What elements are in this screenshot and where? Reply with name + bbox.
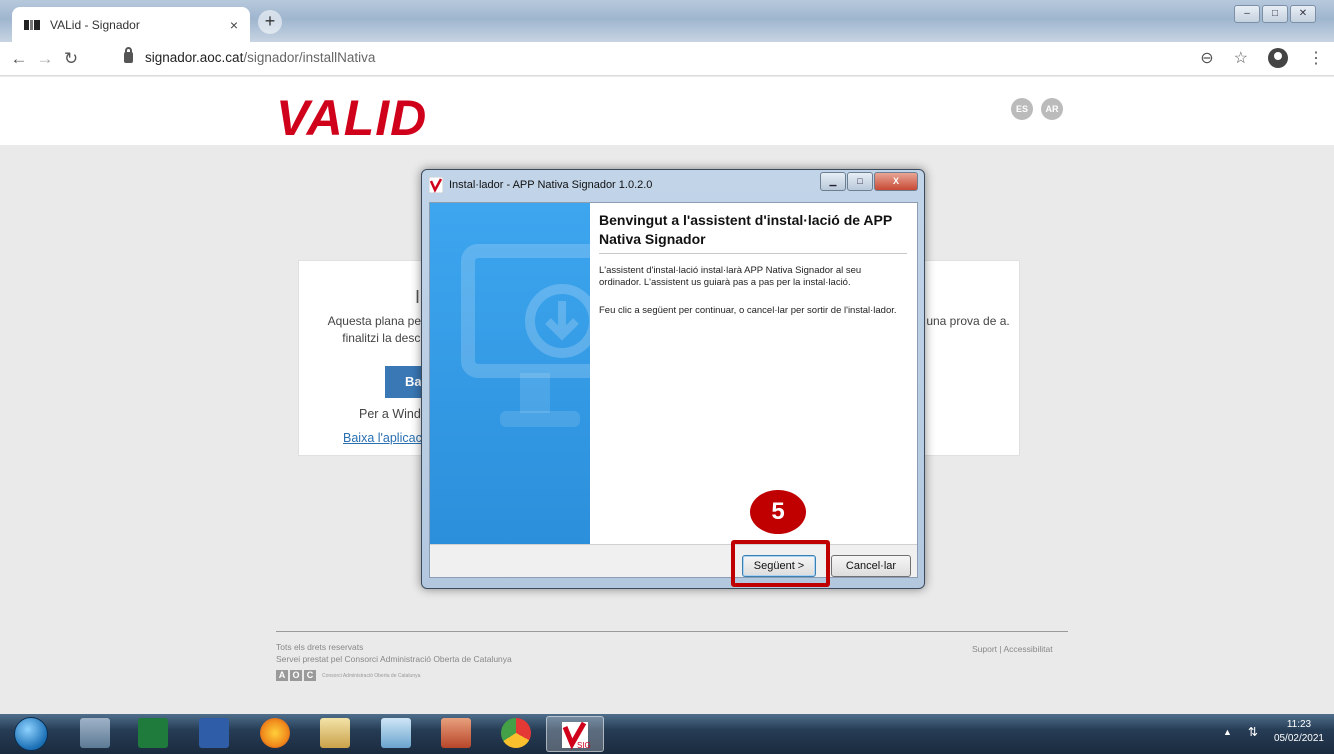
windows-label: Per a Wind	[359, 407, 421, 421]
lang-es-button[interactable]: ES	[1011, 98, 1033, 120]
windows-taskbar: SIG ▲ ⇅ 11:23 05/02/2021	[0, 714, 1334, 754]
clock-date: 05/02/2021	[1273, 733, 1324, 744]
window-controls: – □ ✕	[1234, 5, 1316, 23]
dialog-minimize-button[interactable]: ▁	[820, 172, 846, 191]
calculator-icon[interactable]	[80, 718, 110, 748]
footer-service: Servei prestat pel Consorci Administraci…	[276, 654, 512, 664]
bookmark-star-icon[interactable]: ☆	[1234, 48, 1248, 68]
dialog-title: Instal·lador - APP Nativa Signador 1.0.2…	[449, 179, 653, 191]
aoc-letter-o: O	[290, 670, 302, 681]
system-tray: ▲ ⇅ 11:23 05/02/2021	[1223, 718, 1324, 746]
dialog-paragraph-2: Feu clic a següent per continuar, o canc…	[599, 305, 897, 316]
network-icon[interactable]: ⇅	[1248, 725, 1258, 739]
valid-signador-task[interactable]: SIG	[546, 716, 604, 752]
footer-links[interactable]: Suport | Accessibilitat	[972, 644, 1053, 654]
paint-icon[interactable]	[381, 718, 411, 748]
file-explorer-icon[interactable]	[320, 718, 350, 748]
valid-task-icon: SIG	[562, 721, 591, 750]
profile-avatar-icon[interactable]	[1268, 48, 1288, 68]
url-path: /signador/installNativa	[243, 50, 376, 65]
browser-tab-bar: VALid - Signador × + – □ ✕	[0, 0, 1334, 42]
tray-arrow-icon[interactable]: ▲	[1223, 727, 1232, 737]
aoc-caption: Consorci Administració Oberta de Catalun…	[322, 672, 421, 679]
word-icon[interactable]	[199, 718, 229, 748]
site-favicon-icon	[24, 19, 40, 30]
site-header: VALID ES AR	[0, 77, 1334, 147]
task-app-label: SIG	[577, 741, 591, 750]
card-heading: I	[415, 287, 421, 307]
heading-divider	[599, 253, 907, 254]
monitor-download-icon	[461, 244, 590, 427]
next-button-highlight	[731, 540, 830, 587]
dialog-content: Benvingut a l'assistent d'instal·lació d…	[590, 203, 917, 544]
dialog-button-bar: Següent > Cancel·lar	[430, 544, 917, 577]
chrome-icon[interactable]	[501, 718, 531, 748]
download-app-link[interactable]: Baixa l'aplicaci	[343, 431, 425, 445]
valid-app-icon	[429, 177, 443, 193]
clock[interactable]: 11:23 05/02/2021	[1274, 718, 1324, 746]
dialog-paragraph-1: L'assistent d'instal·lació instal·larà A…	[599, 265, 862, 288]
dialog-window-controls: ▁ □ X	[820, 172, 918, 191]
firefox-icon[interactable]	[260, 718, 290, 748]
presentation-icon[interactable]	[441, 718, 471, 748]
lang-ar-button[interactable]: AR	[1041, 98, 1063, 120]
aoc-letter-c: C	[304, 670, 316, 681]
step-badge: 5	[750, 490, 806, 534]
card-text-right: r una prova de a.	[919, 314, 1010, 328]
aoc-letter-a: A	[276, 670, 288, 681]
menu-dots-icon[interactable]: ⋮	[1308, 48, 1324, 68]
start-button[interactable]	[14, 717, 48, 751]
excel-icon[interactable]	[138, 718, 168, 748]
valid-logo[interactable]: VALID	[276, 89, 427, 147]
dialog-body: Benvingut a l'assistent d'instal·lació d…	[429, 202, 918, 578]
tab-close-icon[interactable]: ×	[230, 17, 238, 33]
dialog-close-button[interactable]: X	[874, 172, 918, 191]
cancel-button[interactable]: Cancel·lar	[831, 555, 911, 577]
forward-arrow-icon[interactable]: →	[32, 49, 58, 69]
clock-time: 11:23	[1286, 719, 1312, 730]
back-arrow-icon[interactable]: ←	[6, 49, 32, 69]
dialog-heading: Benvingut a l'assistent d'instal·lació d…	[599, 212, 892, 247]
reload-icon[interactable]: ↻	[58, 49, 84, 69]
installer-dialog: Instal·lador - APP Nativa Signador 1.0.2…	[421, 169, 925, 589]
maximize-button[interactable]: □	[1262, 5, 1288, 23]
minimize-button[interactable]: –	[1234, 5, 1260, 23]
dialog-maximize-button[interactable]: □	[847, 172, 873, 191]
zoom-icon[interactable]: ⊖	[1200, 48, 1213, 68]
lock-icon	[124, 47, 133, 63]
installer-side-banner	[430, 203, 590, 544]
url-host: signador.aoc.cat	[145, 50, 244, 65]
footer-rights: Tots els drets reservats	[276, 642, 364, 652]
card-text-left: Aquesta plana perm finalitzi la descàrr	[327, 314, 435, 345]
tab-title: VALid - Signador	[50, 17, 140, 32]
close-window-button[interactable]: ✕	[1290, 5, 1316, 23]
footer-left: Tots els drets reservats Servei prestat …	[276, 641, 512, 665]
url-field[interactable]: signador.aoc.cat/signador/installNativa	[124, 47, 376, 65]
browser-tab[interactable]: VALid - Signador ×	[12, 7, 250, 42]
address-bar: ← → ↻ signador.aoc.cat/signador/installN…	[0, 42, 1334, 76]
footer-divider	[276, 631, 1068, 632]
dialog-titlebar: Instal·lador - APP Nativa Signador 1.0.2…	[429, 177, 652, 193]
new-tab-button[interactable]: +	[258, 10, 282, 34]
aoc-logo: A O C Consorci Administració Oberta de C…	[276, 670, 420, 681]
